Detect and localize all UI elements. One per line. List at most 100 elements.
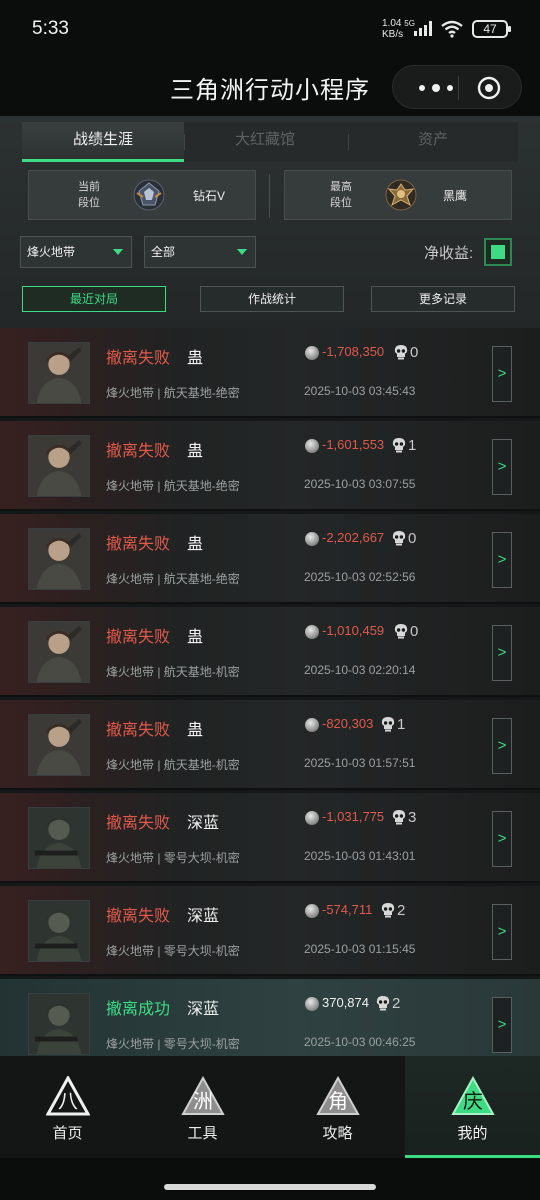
map-info: 烽火地带 | 零号大坝-机密 xyxy=(106,851,240,865)
tab-red-collection[interactable]: 大红藏馆 xyxy=(184,122,346,162)
black-hawk-rank-emblem-icon xyxy=(385,179,417,211)
home-nav-icon: 八 xyxy=(46,1076,90,1116)
map-info: 烽火地带 | 航天基地-机密 xyxy=(106,758,240,772)
match-datetime: 2025-10-03 02:52:56 xyxy=(304,570,416,584)
title-bar: 三角洲行动小程序 xyxy=(0,58,540,116)
operator-name: 深蓝 xyxy=(187,908,220,925)
mode-select[interactable]: 烽火地带 xyxy=(20,236,132,268)
match-datetime: 2025-10-03 01:15:45 xyxy=(304,942,416,956)
match-row[interactable]: 撤离失败 蛊 烽火地带 | 航天基地-机密 -1,010,459 0 2025-… xyxy=(0,607,540,697)
capsule-divider xyxy=(458,76,459,100)
current-rank-value: 钻石V xyxy=(193,189,226,203)
status-bar: 5:33 1.04 5G KB/s 47 xyxy=(0,0,540,58)
match-row[interactable]: 撤离失败 蛊 烽火地带 | 航天基地-机密 -820,303 1 2025-10… xyxy=(0,700,540,790)
nav-home[interactable]: 八 首页 xyxy=(0,1056,135,1158)
match-detail-button[interactable]: > xyxy=(492,625,512,681)
close-target-icon[interactable] xyxy=(477,76,501,100)
map-info: 烽火地带 | 航天基地-机密 xyxy=(106,665,240,679)
scope-select[interactable]: 全部 xyxy=(144,236,256,268)
svg-text:洲: 洲 xyxy=(193,1089,213,1113)
match-detail-button[interactable]: > xyxy=(492,532,512,588)
match-datetime: 2025-10-03 03:07:55 xyxy=(304,477,416,491)
net-value: -574,711 xyxy=(322,902,373,917)
match-detail-button[interactable]: > xyxy=(492,997,512,1053)
skull-icon xyxy=(394,624,408,639)
match-row[interactable]: 撤离失败 深蓝 烽火地带 | 零号大坝-机密 -574,711 2 2025-1… xyxy=(0,886,540,976)
nav-tools[interactable]: 洲 工具 xyxy=(135,1056,270,1158)
net-income-checkbox[interactable] xyxy=(484,238,512,266)
battle-stats-button[interactable]: 作战统计 xyxy=(200,286,344,312)
tools-nav-icon: 洲 xyxy=(181,1076,225,1115)
map-info: 烽火地带 | 零号大坝-机密 xyxy=(106,944,240,958)
match-datetime: 2025-10-03 01:57:51 xyxy=(304,756,416,770)
match-detail-button[interactable]: > xyxy=(492,439,512,495)
nav-tools-label: 工具 xyxy=(187,1125,218,1142)
operator-avatar xyxy=(28,807,90,869)
svg-text:八: 八 xyxy=(58,1089,78,1113)
coin-icon xyxy=(305,904,319,918)
operator-name: 蛊 xyxy=(187,629,204,646)
operator-avatar xyxy=(28,342,90,404)
more-icon[interactable] xyxy=(413,78,459,98)
match-row[interactable]: 撤离失败 深蓝 烽火地带 | 零号大坝-机密 -1,031,775 3 2025… xyxy=(0,793,540,883)
coin-icon xyxy=(305,997,319,1011)
kill-count: 3 xyxy=(408,809,417,826)
match-detail-button[interactable]: > xyxy=(492,718,512,774)
coin-icon xyxy=(305,532,319,546)
tab-assets[interactable]: 资产 xyxy=(348,122,518,162)
coin-icon xyxy=(305,346,319,360)
net-value: -1,708,350 xyxy=(322,344,385,359)
map-info: 烽火地带 | 航天基地-绝密 xyxy=(106,386,240,400)
highest-rank-card: 最高 段位 黑鹰 xyxy=(284,170,512,220)
fail-glow xyxy=(0,700,180,788)
extraction-status: 撤离失败 xyxy=(106,350,171,367)
kill-count: 2 xyxy=(392,995,401,1012)
recent-matches-button[interactable]: 最近对局 xyxy=(22,286,166,312)
net-value: -1,010,459 xyxy=(322,623,385,638)
kill-count: 0 xyxy=(410,344,419,361)
net-value: -1,601,553 xyxy=(322,437,385,452)
match-detail-button[interactable]: > xyxy=(492,811,512,867)
map-info: 烽火地带 | 航天基地-绝密 xyxy=(106,479,240,493)
match-detail-button[interactable]: > xyxy=(492,346,512,402)
kill-count: 0 xyxy=(408,530,417,547)
current-rank-label: 当前 段位 xyxy=(78,181,100,209)
nav-guides[interactable]: 角 攻略 xyxy=(270,1056,405,1158)
kill-count: 1 xyxy=(408,437,417,454)
fail-glow xyxy=(0,328,180,416)
nav-mine-label: 我的 xyxy=(457,1125,488,1142)
match-detail-button[interactable]: > xyxy=(492,904,512,960)
net-value: -820,303 xyxy=(322,716,374,731)
match-row[interactable]: 撤离成功 深蓝 烽火地带 | 零号大坝-机密 370,874 2 2025-10… xyxy=(0,979,540,1056)
operator-name: 蛊 xyxy=(187,536,204,553)
main-panel: 战绩生涯 大红藏馆 资产 当前 段位 钻石V 最高 段位 黑鹰 烽火地带 全部 … xyxy=(0,116,540,1056)
skull-icon xyxy=(376,996,390,1011)
operator-avatar xyxy=(28,900,90,962)
kill-count: 2 xyxy=(397,902,406,919)
signal-icon xyxy=(414,21,432,36)
panel-header: 战绩生涯 大红藏馆 资产 当前 段位 钻石V 最高 段位 黑鹰 烽火地带 全部 … xyxy=(0,116,540,328)
map-info: 烽火地带 | 航天基地-绝密 xyxy=(106,572,240,586)
nav-mine[interactable]: 庆 我的 xyxy=(405,1056,540,1158)
skull-icon xyxy=(392,810,406,825)
match-row[interactable]: 撤离失败 蛊 烽火地带 | 航天基地-绝密 -1,708,350 0 2025-… xyxy=(0,328,540,418)
match-row[interactable]: 撤离失败 蛊 烽火地带 | 航天基地-绝密 -1,601,553 1 2025-… xyxy=(0,421,540,511)
current-rank-card: 当前 段位 钻石V xyxy=(28,170,256,220)
more-records-button[interactable]: 更多记录 xyxy=(371,286,515,312)
operator-name: 蛊 xyxy=(187,350,204,367)
coin-icon xyxy=(305,718,319,732)
extraction-status: 撤离成功 xyxy=(106,1001,171,1018)
network-speed: 1.04 5G KB/s xyxy=(382,18,415,40)
tab-career[interactable]: 战绩生涯 xyxy=(22,122,184,162)
net-income-label: 净收益: xyxy=(424,245,474,262)
status-time: 5:33 xyxy=(32,18,69,39)
nav-home-label: 首页 xyxy=(52,1125,83,1142)
fail-glow xyxy=(0,607,180,695)
match-row[interactable]: 撤离失败 蛊 烽火地带 | 航天基地-绝密 -2,202,667 0 2025-… xyxy=(0,514,540,604)
home-indicator[interactable] xyxy=(164,1184,376,1190)
wifi-icon xyxy=(441,20,463,38)
extraction-status: 撤离失败 xyxy=(106,629,171,646)
net-value: 370,874 xyxy=(322,995,369,1010)
operator-avatar xyxy=(28,435,90,497)
kill-count: 0 xyxy=(410,623,419,640)
